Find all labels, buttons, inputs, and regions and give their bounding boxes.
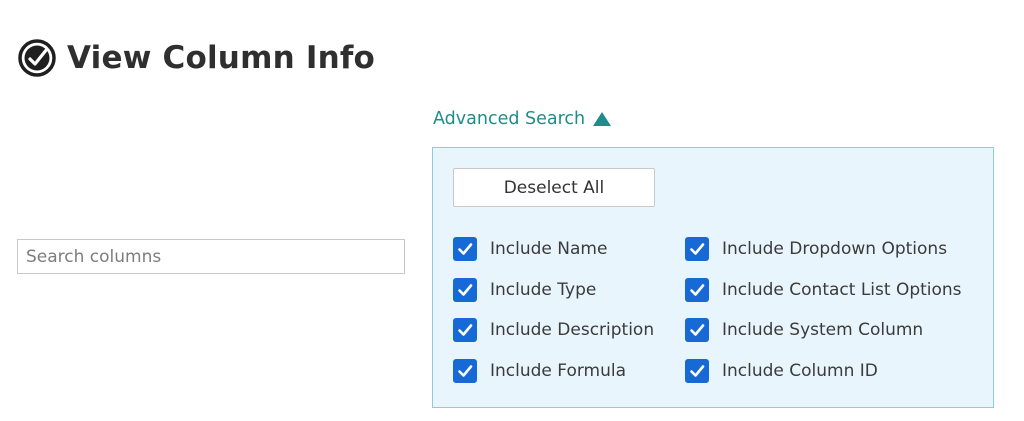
option-label: Include Contact List Options	[722, 279, 962, 300]
checkbox-checked-icon[interactable]	[453, 277, 477, 302]
page-header: View Column Info	[17, 38, 375, 78]
option-label: Include Dropdown Options	[722, 239, 948, 259]
page-title: View Column Info	[67, 40, 376, 76]
caret-up-icon	[593, 112, 612, 126]
options-column-right: Include Dropdown Options Include Contact…	[685, 237, 962, 399]
option-label: Include Column ID	[722, 360, 878, 381]
option-label: Include System Column	[722, 320, 924, 340]
option-include-contact-list-options[interactable]: Include Contact List Options	[685, 277, 962, 302]
option-include-formula[interactable]: Include Formula	[453, 358, 654, 383]
option-label: Include Description	[490, 320, 655, 340]
advanced-search-toggle[interactable]: Advanced Search	[433, 109, 612, 129]
option-include-description[interactable]: Include Description	[453, 318, 654, 342]
checkbox-checked-icon[interactable]	[685, 318, 709, 342]
checkbox-checked-icon[interactable]	[453, 237, 477, 261]
app-logo-icon	[17, 38, 57, 78]
deselect-all-button[interactable]: Deselect All	[453, 168, 655, 207]
search-columns-input[interactable]	[17, 239, 405, 274]
checkbox-checked-icon[interactable]	[685, 358, 709, 383]
option-include-type[interactable]: Include Type	[453, 277, 654, 302]
option-include-name[interactable]: Include Name	[453, 237, 654, 261]
checkbox-checked-icon[interactable]	[453, 358, 477, 383]
checkbox-checked-icon[interactable]	[685, 237, 709, 261]
option-label: Include Formula	[490, 360, 627, 381]
checkbox-checked-icon[interactable]	[453, 318, 477, 342]
option-include-dropdown-options[interactable]: Include Dropdown Options	[685, 237, 962, 261]
option-label: Include Name	[490, 239, 608, 259]
options-column-left: Include Name Include Type Include Descri…	[453, 237, 654, 399]
checkbox-checked-icon[interactable]	[685, 277, 709, 302]
option-include-system-column[interactable]: Include System Column	[685, 318, 962, 342]
option-include-column-id[interactable]: Include Column ID	[685, 358, 962, 383]
advanced-search-label: Advanced Search	[433, 109, 586, 129]
advanced-search-panel: Deselect All Include Name Include Type I…	[432, 147, 994, 408]
option-label: Include Type	[490, 279, 597, 300]
